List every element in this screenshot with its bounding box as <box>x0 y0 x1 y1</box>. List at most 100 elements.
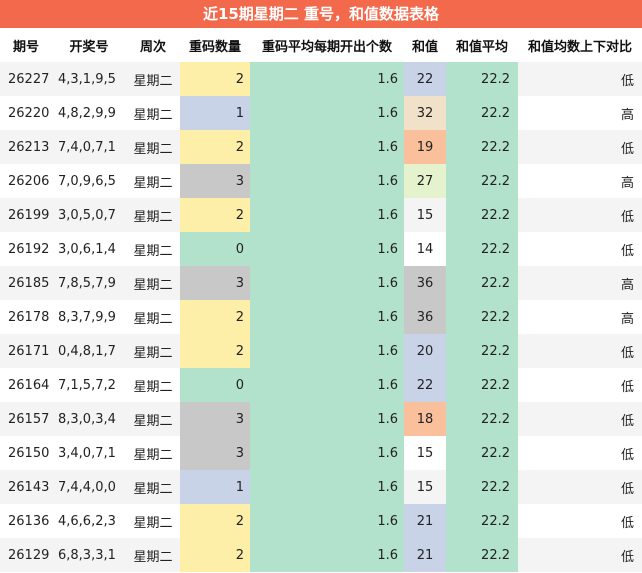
cell-avg-dup: 1.6 <box>250 130 404 164</box>
cell-dup-count: 3 <box>180 402 250 436</box>
cell-numbers: 3,0,6,1,4 <box>52 232 126 266</box>
cell-avg-sum: 22.2 <box>446 266 518 300</box>
cell-period: 26206 <box>0 164 52 198</box>
cell-period: 26164 <box>0 368 52 402</box>
cell-numbers: 4,6,6,2,3 <box>52 504 126 538</box>
cell-compare: 高 <box>518 96 642 130</box>
cell-numbers: 4,8,2,9,9 <box>52 96 126 130</box>
cell-compare: 低 <box>518 504 642 538</box>
cell-dup-count: 3 <box>180 436 250 470</box>
cell-avg-sum: 22.2 <box>446 334 518 368</box>
cell-avg-dup: 1.6 <box>250 198 404 232</box>
table-row: 26129 6,8,3,3,1 星期二 2 1.6 21 22.2 低 <box>0 538 642 572</box>
cell-weekday: 星期二 <box>126 96 180 130</box>
cell-avg-dup: 1.6 <box>250 266 404 300</box>
cell-numbers: 8,3,0,3,4 <box>52 402 126 436</box>
cell-weekday: 星期二 <box>126 402 180 436</box>
cell-sum: 21 <box>404 538 446 572</box>
cell-weekday: 星期二 <box>126 164 180 198</box>
cell-avg-dup: 1.6 <box>250 402 404 436</box>
cell-weekday: 星期二 <box>126 470 180 504</box>
cell-dup-count: 2 <box>180 538 250 572</box>
table-row: 26213 7,4,0,7,1 星期二 2 1.6 19 22.2 低 <box>0 130 642 164</box>
cell-sum: 14 <box>404 232 446 266</box>
cell-avg-dup: 1.6 <box>250 504 404 538</box>
cell-period: 26150 <box>0 436 52 470</box>
header-weekday[interactable]: 周次 <box>126 28 180 62</box>
cell-avg-dup: 1.6 <box>250 470 404 504</box>
cell-period: 26227 <box>0 62 52 96</box>
cell-avg-dup: 1.6 <box>250 96 404 130</box>
cell-avg-sum: 22.2 <box>446 402 518 436</box>
cell-period: 26178 <box>0 300 52 334</box>
cell-sum: 36 <box>404 300 446 334</box>
header-compare[interactable]: 和值均数上下对比 <box>518 28 642 62</box>
table-row: 26192 3,0,6,1,4 星期二 0 1.6 14 22.2 低 <box>0 232 642 266</box>
header-dup-count[interactable]: 重码数量 <box>180 28 250 62</box>
cell-sum: 20 <box>404 334 446 368</box>
cell-period: 26199 <box>0 198 52 232</box>
cell-sum: 18 <box>404 402 446 436</box>
cell-weekday: 星期二 <box>126 538 180 572</box>
page-title: 近15期星期二 重号，和值数据表格 <box>0 0 642 28</box>
cell-numbers: 7,1,5,7,2 <box>52 368 126 402</box>
cell-sum: 15 <box>404 436 446 470</box>
cell-weekday: 星期二 <box>126 300 180 334</box>
cell-period: 26171 <box>0 334 52 368</box>
cell-compare: 低 <box>518 62 642 96</box>
cell-weekday: 星期二 <box>126 504 180 538</box>
table-row: 26157 8,3,0,3,4 星期二 3 1.6 18 22.2 低 <box>0 402 642 436</box>
header-period[interactable]: 期号 <box>0 28 52 62</box>
header-row: 期号 开奖号 周次 重码数量 重码平均每期开出个数 和值 和值平均 和值均数上下… <box>0 28 642 62</box>
cell-compare: 低 <box>518 402 642 436</box>
cell-sum: 22 <box>404 62 446 96</box>
cell-avg-dup: 1.6 <box>250 334 404 368</box>
cell-weekday: 星期二 <box>126 334 180 368</box>
cell-period: 26143 <box>0 470 52 504</box>
table-row: 26171 0,4,8,1,7 星期二 2 1.6 20 22.2 低 <box>0 334 642 368</box>
cell-weekday: 星期二 <box>126 266 180 300</box>
header-avg-dup[interactable]: 重码平均每期开出个数 <box>250 28 404 62</box>
cell-avg-sum: 22.2 <box>446 300 518 334</box>
cell-numbers: 8,3,7,9,9 <box>52 300 126 334</box>
cell-numbers: 7,4,4,0,0 <box>52 470 126 504</box>
cell-dup-count: 3 <box>180 266 250 300</box>
cell-weekday: 星期二 <box>126 368 180 402</box>
cell-period: 26136 <box>0 504 52 538</box>
cell-sum: 27 <box>404 164 446 198</box>
table-row: 26150 3,4,0,7,1 星期二 3 1.6 15 22.2 低 <box>0 436 642 470</box>
cell-numbers: 3,4,0,7,1 <box>52 436 126 470</box>
cell-compare: 高 <box>518 300 642 334</box>
cell-avg-sum: 22.2 <box>446 538 518 572</box>
table-row: 26143 7,4,4,0,0 星期二 1 1.6 15 22.2 低 <box>0 470 642 504</box>
cell-sum: 22 <box>404 368 446 402</box>
cell-avg-dup: 1.6 <box>250 436 404 470</box>
header-sum[interactable]: 和值 <box>404 28 446 62</box>
cell-dup-count: 2 <box>180 504 250 538</box>
cell-sum: 15 <box>404 470 446 504</box>
cell-avg-sum: 22.2 <box>446 130 518 164</box>
cell-numbers: 4,3,1,9,5 <box>52 62 126 96</box>
cell-avg-dup: 1.6 <box>250 368 404 402</box>
header-numbers[interactable]: 开奖号 <box>52 28 126 62</box>
cell-compare: 低 <box>518 130 642 164</box>
cell-sum: 32 <box>404 96 446 130</box>
table-row: 26206 7,0,9,6,5 星期二 3 1.6 27 22.2 高 <box>0 164 642 198</box>
cell-dup-count: 2 <box>180 198 250 232</box>
cell-dup-count: 1 <box>180 96 250 130</box>
cell-avg-dup: 1.6 <box>250 62 404 96</box>
header-avg-sum[interactable]: 和值平均 <box>446 28 518 62</box>
cell-period: 26213 <box>0 130 52 164</box>
cell-period: 26192 <box>0 232 52 266</box>
cell-avg-sum: 22.2 <box>446 470 518 504</box>
cell-dup-count: 3 <box>180 164 250 198</box>
cell-dup-count: 2 <box>180 130 250 164</box>
cell-numbers: 7,0,9,6,5 <box>52 164 126 198</box>
cell-compare: 低 <box>518 232 642 266</box>
cell-avg-sum: 22.2 <box>446 436 518 470</box>
cell-avg-dup: 1.6 <box>250 164 404 198</box>
table-row: 26227 4,3,1,9,5 星期二 2 1.6 22 22.2 低 <box>0 62 642 96</box>
cell-compare: 低 <box>518 334 642 368</box>
cell-sum: 15 <box>404 198 446 232</box>
table-row: 26136 4,6,6,2,3 星期二 2 1.6 21 22.2 低 <box>0 504 642 538</box>
